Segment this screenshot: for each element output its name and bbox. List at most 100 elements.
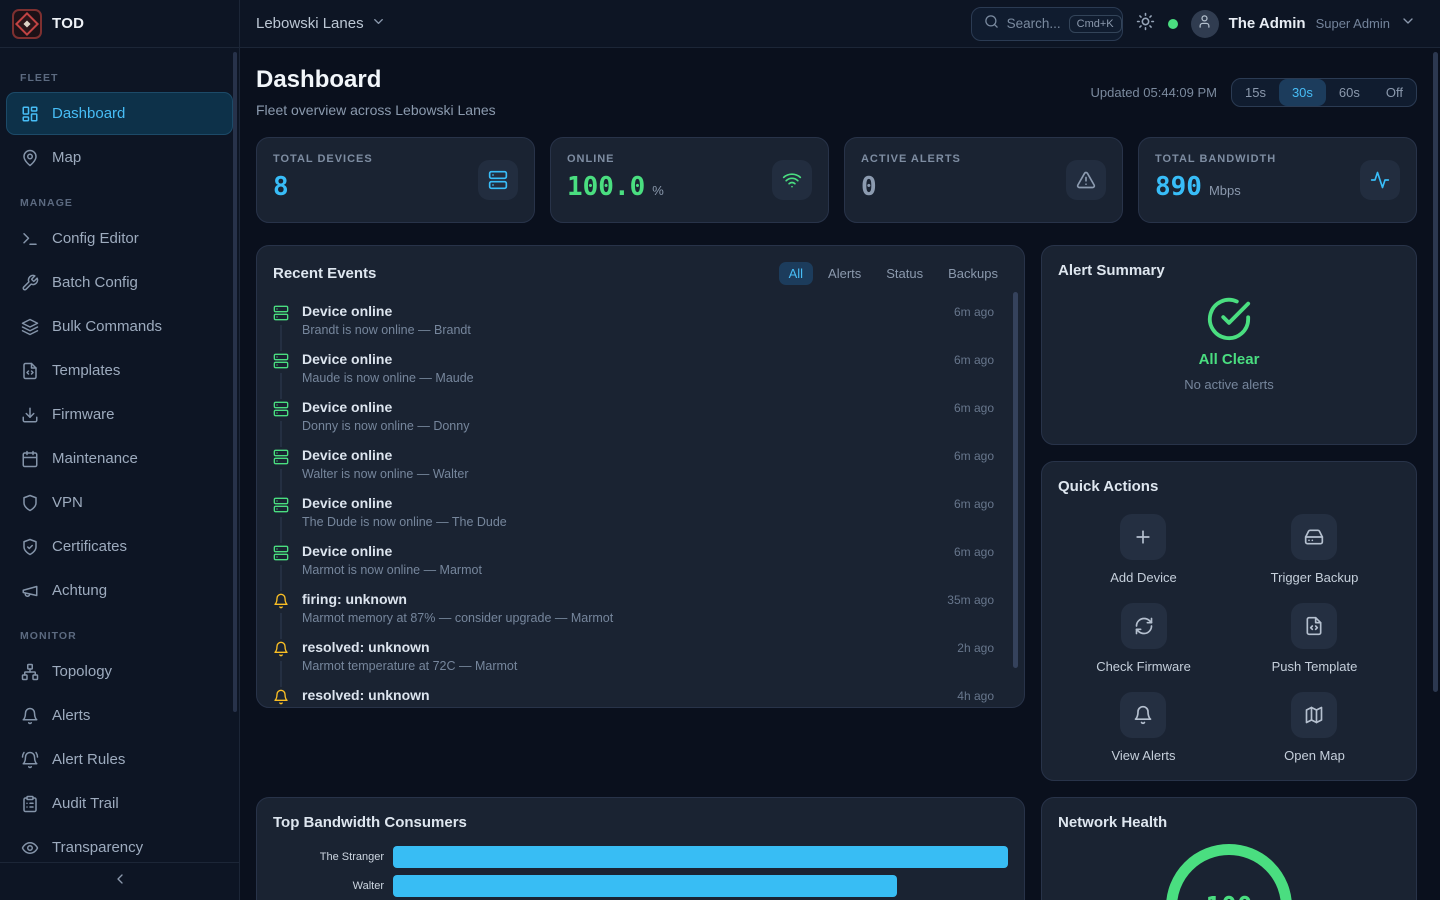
event-row: Device onlineDonny is now online — Donny…	[273, 393, 1008, 441]
sidebar-item-map[interactable]: Map	[6, 136, 233, 179]
quick-action-push-template[interactable]: Push Template	[1272, 603, 1358, 674]
bandwidth-bar-row: Walter	[273, 875, 1008, 897]
server-icon	[273, 351, 289, 373]
server-icon	[273, 543, 289, 565]
server-icon	[273, 447, 289, 469]
search-placeholder: Search...	[1007, 16, 1061, 31]
alert-summary-panel: Alert Summary All Clear No active alerts	[1041, 245, 1417, 445]
sidebar-item-label: Dashboard	[52, 105, 125, 122]
stat-suffix: Mbps	[1209, 183, 1241, 198]
stat-card-total-devices: TOTAL DEVICES8	[256, 137, 535, 223]
sidebar-item-label: Topology	[52, 663, 112, 680]
bandwidth-bar	[393, 846, 1008, 868]
network-health-title: Network Health	[1058, 814, 1400, 831]
event-detail: Marmot memory at 87% — consider upgrade …	[302, 611, 934, 626]
stat-suffix: %	[652, 183, 664, 198]
sidebar-item-label: Achtung	[52, 582, 107, 599]
bandwidth-bars: The Stranger Walter	[273, 846, 1008, 897]
stat-card-total-bandwidth: TOTAL BANDWIDTH890Mbps	[1138, 137, 1417, 223]
sun-icon	[1136, 12, 1155, 36]
quick-action-button[interactable]	[1291, 603, 1337, 649]
quick-action-label: Push Template	[1272, 659, 1358, 674]
sidebar-collapse-button[interactable]	[0, 862, 239, 900]
stats-row: TOTAL DEVICES8ONLINE100.0%ACTIVE ALERTS0…	[256, 137, 1417, 223]
refresh-interval-15s-button[interactable]: 15s	[1232, 79, 1279, 106]
sidebar-item-config-editor[interactable]: Config Editor	[6, 217, 233, 260]
refresh-interval-60s-button[interactable]: 60s	[1326, 79, 1373, 106]
sidebar-item-bulk-commands[interactable]: Bulk Commands	[6, 305, 233, 348]
server-icon	[488, 170, 508, 190]
quick-action-button[interactable]	[1120, 514, 1166, 560]
event-time: 6m ago	[954, 543, 994, 578]
quick-action-check-firmware[interactable]: Check Firmware	[1096, 603, 1191, 674]
event-detail: Walter is now online — Walter	[302, 467, 941, 482]
stat-value: 8	[273, 172, 289, 202]
event-title: resolved: unknown	[302, 687, 944, 704]
sidebar-item-dashboard[interactable]: Dashboard	[6, 92, 233, 135]
stat-value: 100.0	[567, 172, 645, 202]
sidebar-item-firmware[interactable]: Firmware	[6, 393, 233, 436]
event-tab-alerts[interactable]: Alerts	[818, 262, 871, 285]
sidebar-item-audit-trail[interactable]: Audit Trail	[6, 782, 233, 825]
sidebar-item-label: Bulk Commands	[52, 318, 162, 335]
sidebar-item-achtung[interactable]: Achtung	[6, 569, 233, 612]
sidebar-item-topology[interactable]: Topology	[6, 650, 233, 693]
bell-icon	[273, 591, 289, 613]
org-switcher[interactable]: Lebowski Lanes	[256, 14, 386, 33]
sidebar-item-batch-config[interactable]: Batch Config	[6, 261, 233, 304]
server-icon	[273, 303, 289, 325]
sidebar-section-label: MANAGE	[20, 197, 219, 209]
stat-icon-box	[1066, 160, 1106, 200]
bell-ring-icon	[21, 751, 39, 769]
sidebar-item-vpn[interactable]: VPN	[6, 481, 233, 524]
refresh-interval-30s-button[interactable]: 30s	[1279, 79, 1326, 106]
quick-action-button[interactable]	[1291, 514, 1337, 560]
network-health-value: 100	[1206, 892, 1253, 900]
bandwidth-title: Top Bandwidth Consumers	[273, 814, 1008, 831]
main-scrollbar-thumb[interactable]	[1433, 52, 1438, 692]
event-detail: Donny is now online — Donny	[302, 419, 941, 434]
quick-action-open-map[interactable]: Open Map	[1284, 692, 1345, 763]
user-icon	[1197, 14, 1212, 34]
download-icon	[21, 406, 39, 424]
event-row: Device onlineMaude is now online — Maude…	[273, 345, 1008, 393]
plus-icon	[1133, 527, 1153, 547]
event-detail: Brandt is now online — Brandt	[302, 323, 941, 338]
theme-toggle-button[interactable]	[1136, 12, 1155, 36]
megaphone-icon	[21, 582, 39, 600]
quick-action-button[interactable]	[1120, 692, 1166, 738]
sidebar-item-alerts[interactable]: Alerts	[6, 694, 233, 737]
sidebar-section-label: MONITOR	[20, 630, 219, 642]
event-time: 2h ago	[957, 639, 994, 674]
bell-icon	[273, 687, 289, 708]
event-row: resolved: unknownMarmot temperature at 7…	[273, 633, 1008, 681]
bandwidth-bar-label: The Stranger	[273, 851, 393, 863]
right-column: Alert Summary All Clear No active alerts…	[1041, 245, 1417, 781]
quick-action-button[interactable]	[1291, 692, 1337, 738]
search-input[interactable]: Search... Cmd+K	[971, 7, 1123, 41]
sidebar-item-maintenance[interactable]: Maintenance	[6, 437, 233, 480]
quick-action-add-device[interactable]: Add Device	[1110, 514, 1176, 585]
quick-action-button[interactable]	[1121, 603, 1167, 649]
sidebar-item-certificates[interactable]: Certificates	[6, 525, 233, 568]
sidebar-item-alert-rules[interactable]: Alert Rules	[6, 738, 233, 781]
quick-action-trigger-backup[interactable]: Trigger Backup	[1271, 514, 1359, 585]
stat-value: 890	[1155, 172, 1202, 202]
refresh-interval-off-button[interactable]: Off	[1373, 79, 1416, 106]
events-scrollbar-thumb[interactable]	[1013, 292, 1018, 668]
eye-icon	[21, 839, 39, 857]
sidebar-item-templates[interactable]: Templates	[6, 349, 233, 392]
org-name: Lebowski Lanes	[256, 15, 364, 32]
event-time: 4h ago	[957, 687, 994, 708]
event-tab-all[interactable]: All	[779, 262, 813, 285]
network-icon	[21, 663, 39, 681]
sidebar-item-transparency[interactable]: Transparency	[6, 826, 233, 862]
event-tab-backups[interactable]: Backups	[938, 262, 1008, 285]
user-menu[interactable]: The Admin Super Admin	[1191, 10, 1416, 38]
server-icon	[273, 495, 289, 517]
hard-drive-icon	[1304, 527, 1324, 547]
sidebar-scrollbar-thumb[interactable]	[233, 52, 237, 712]
event-tab-status[interactable]: Status	[876, 262, 933, 285]
quick-action-view-alerts[interactable]: View Alerts	[1111, 692, 1175, 763]
event-title: firing: unknown	[302, 591, 934, 608]
